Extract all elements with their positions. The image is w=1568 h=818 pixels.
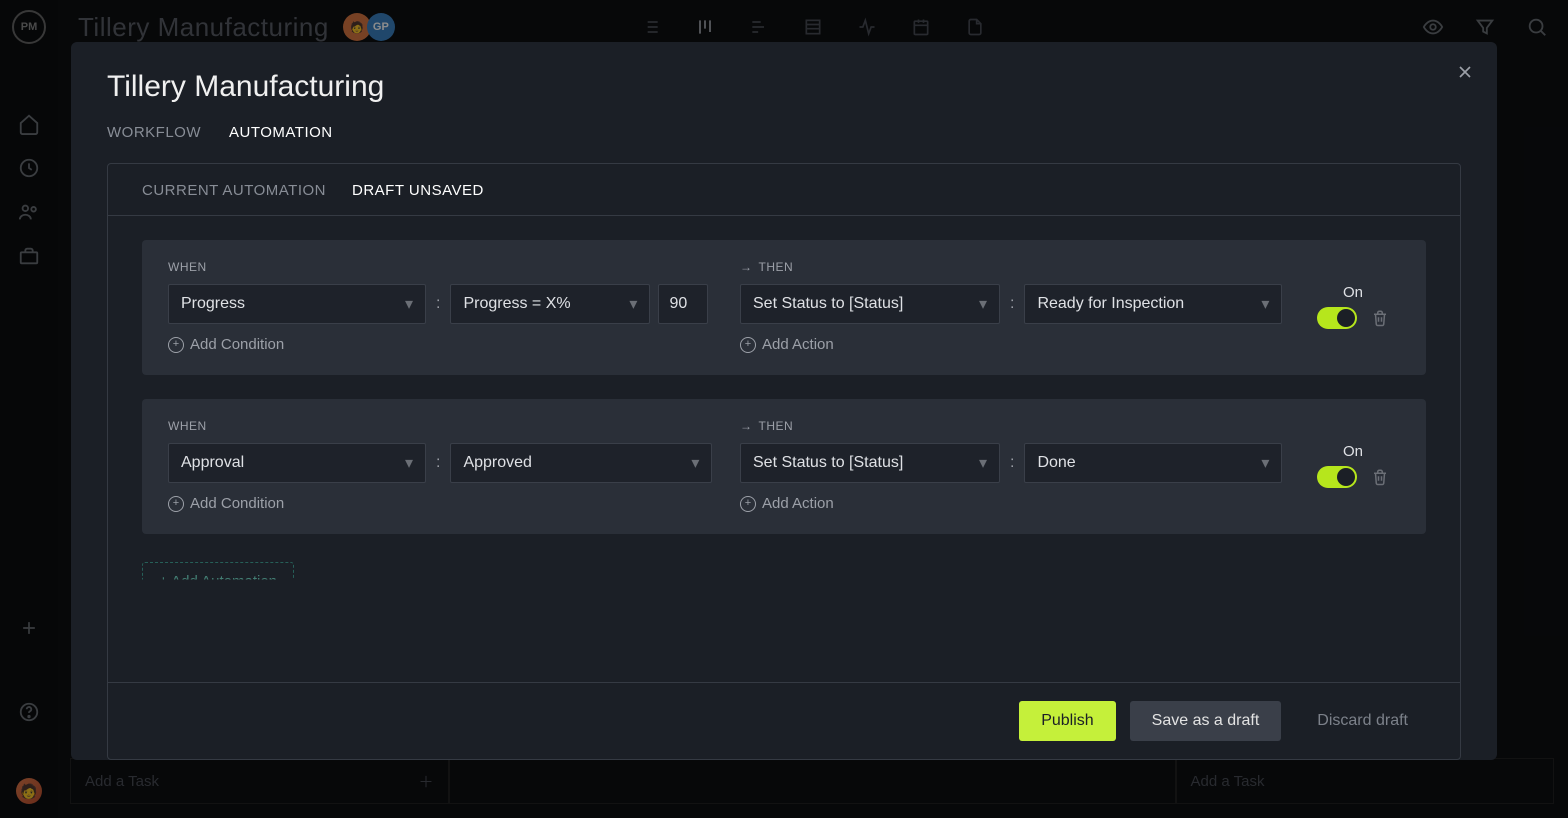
colon: : [434,454,442,472]
automation-rule: WHEN Approval▾ : Approved▾ + [142,399,1426,534]
modal-overlay: Tillery Manufacturing WORKFLOW AUTOMATIO… [0,0,1568,818]
then-action-select[interactable]: Set Status to [Status]▾ [740,284,1000,324]
add-action-button[interactable]: + Add Action [740,495,1306,512]
when-operator-select[interactable]: Progress = X%▾ [450,284,650,324]
add-condition-button[interactable]: + Add Condition [168,336,728,353]
modal-footer: Publish Save as a draft Discard draft [108,682,1460,759]
then-action-select[interactable]: Set Status to [Status]▾ [740,443,1000,483]
modal-title: Tillery Manufacturing [107,70,1461,104]
save-draft-button[interactable]: Save as a draft [1130,701,1282,741]
automation-modal: Tillery Manufacturing WORKFLOW AUTOMATIO… [71,42,1497,760]
publish-button[interactable]: Publish [1019,701,1115,741]
chevron-down-icon: ▾ [1261,294,1269,314]
plus-circle-icon: + [740,496,756,512]
then-value-select[interactable]: Ready for Inspection▾ [1024,284,1282,324]
add-condition-button[interactable]: + Add Condition [168,495,728,512]
add-action-button[interactable]: + Add Action [740,336,1306,353]
toggle-label: On [1343,443,1363,460]
when-label: WHEN [168,419,728,433]
trash-icon[interactable] [1371,309,1389,327]
when-operator-select[interactable]: Approved▾ [450,443,712,483]
chevron-down-icon: ▾ [405,453,413,473]
when-value-input[interactable] [658,284,708,324]
tab-draft-unsaved[interactable]: DRAFT UNSAVED [352,182,484,199]
arrow-right-icon: → [740,260,753,274]
automation-panel: CURRENT AUTOMATION DRAFT UNSAVED WHEN Pr… [107,163,1461,760]
add-automation-button[interactable]: + Add Automation [142,562,294,601]
chevron-down-icon: ▾ [405,294,413,314]
plus-circle-icon: + [740,337,756,353]
arrow-right-icon: → [740,419,753,433]
when-field-select[interactable]: Approval▾ [168,443,426,483]
plus-circle-icon: + [168,337,184,353]
plus-circle-icon: + [168,496,184,512]
tab-current-automation[interactable]: CURRENT AUTOMATION [142,182,326,199]
chevron-down-icon: ▾ [1261,453,1269,473]
colon: : [434,295,442,313]
when-field-select[interactable]: Progress▾ [168,284,426,324]
chevron-down-icon: ▾ [691,453,699,473]
chevron-down-icon: ▾ [979,294,987,314]
chevron-down-icon: ▾ [979,453,987,473]
then-label: THEN [759,260,794,274]
when-label: WHEN [168,260,728,274]
then-value-select[interactable]: Done▾ [1024,443,1282,483]
rule-enabled-toggle[interactable] [1317,466,1357,488]
rule-enabled-toggle[interactable] [1317,307,1357,329]
trash-icon[interactable] [1371,468,1389,486]
toggle-label: On [1343,284,1363,301]
tab-workflow[interactable]: WORKFLOW [107,124,201,141]
close-icon[interactable] [1455,62,1475,82]
colon: : [1008,295,1016,313]
tab-automation[interactable]: AUTOMATION [229,124,333,141]
chevron-down-icon: ▾ [629,294,637,314]
then-label: THEN [759,419,794,433]
discard-draft-button[interactable]: Discard draft [1295,701,1430,741]
colon: : [1008,454,1016,472]
automation-rule: WHEN Progress▾ : Progress = X%▾ [142,240,1426,375]
